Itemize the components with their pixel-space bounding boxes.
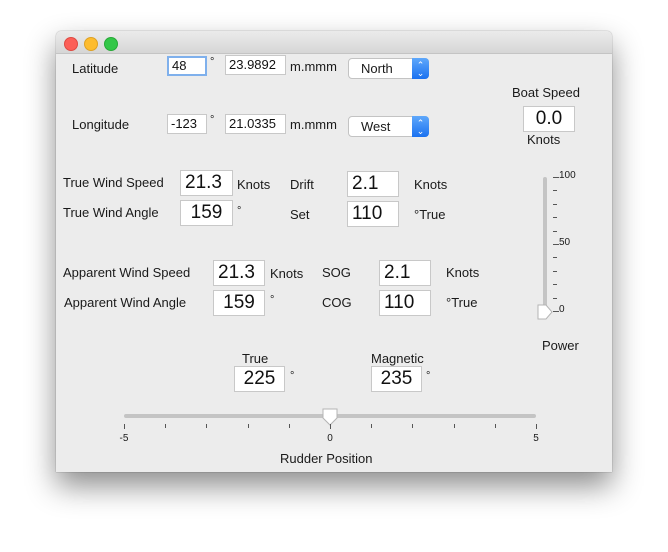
latitude-label: Latitude — [72, 61, 119, 76]
set-field[interactable]: 110 — [347, 201, 399, 227]
latitude-hemisphere-select[interactable]: North ⌃ ⌄ — [348, 58, 429, 79]
true-heading-label: True — [242, 351, 269, 366]
updown-chevron-icon: ⌃ ⌄ — [412, 58, 429, 79]
longitude-label: Longitude — [72, 117, 130, 132]
latitude-degree-symbol: ° — [210, 56, 215, 68]
rudder-tick — [536, 424, 537, 429]
longitude-hemisphere-select[interactable]: West ⌃ ⌄ — [348, 116, 429, 137]
set-unit: °True — [414, 207, 446, 222]
true-wind-speed-unit: Knots — [237, 177, 271, 192]
true-heading-degree: ° — [290, 370, 295, 382]
app-window: Latitude 48 ° 23.9892 m.mmm North ⌃ ⌄ Lon… — [56, 31, 612, 472]
apparent-wind-speed-unit: Knots — [270, 266, 304, 281]
rudder-tick — [206, 424, 208, 428]
power-tick-label-min: 0 — [559, 304, 565, 315]
magnetic-heading-field[interactable]: 235 — [371, 366, 422, 392]
power-tick — [553, 297, 557, 299]
power-slider-thumb[interactable] — [537, 304, 553, 320]
drift-unit: Knots — [414, 177, 448, 192]
rudder-position-label: Rudder Position — [280, 451, 373, 466]
apparent-wind-angle-label: Apparent Wind Angle — [64, 295, 187, 310]
longitude-minutes-field[interactable]: 21.0335 — [225, 114, 286, 134]
cog-field[interactable]: 110 — [379, 290, 431, 316]
power-tick — [553, 270, 557, 272]
magnetic-heading-degree: ° — [426, 370, 431, 382]
power-tick — [553, 230, 557, 232]
longitude-hemisphere-value: West — [361, 119, 391, 134]
apparent-wind-speed-field[interactable]: 21.3 — [213, 260, 265, 286]
power-tick — [553, 190, 557, 192]
power-label: Power — [542, 338, 579, 353]
rudder-tick — [247, 424, 249, 428]
rudder-tick — [124, 424, 125, 429]
power-tick-label-mid: 50 — [559, 237, 571, 248]
minimize-window-button[interactable] — [84, 37, 98, 51]
sog-unit: Knots — [446, 265, 480, 280]
rudder-tick-label-min: -5 — [119, 433, 129, 444]
updown-chevron-icon: ⌃ ⌄ — [412, 116, 429, 137]
latitude-hemisphere-value: North — [361, 61, 393, 76]
cog-label: COG — [322, 295, 352, 310]
longitude-degree-symbol: ° — [210, 114, 215, 126]
true-wind-speed-label: True Wind Speed — [63, 175, 164, 190]
power-tick-label-max: 100 — [559, 170, 576, 181]
longitude-minutes-unit: m.mmm — [290, 117, 337, 132]
longitude-degrees-field[interactable]: -123 — [167, 114, 207, 134]
power-tick — [553, 284, 557, 286]
latitude-minutes-unit: m.mmm — [290, 59, 337, 74]
drift-field[interactable]: 2.1 — [347, 171, 399, 197]
rudder-tick — [453, 424, 455, 428]
true-wind-angle-unit: ° — [237, 205, 242, 217]
apparent-wind-angle-unit: ° — [270, 294, 275, 306]
latitude-degrees-field[interactable]: 48 — [167, 56, 207, 76]
power-slider-track[interactable] — [543, 177, 547, 319]
rudder-tick — [165, 424, 167, 428]
boat-speed-field[interactable]: 0.0 — [523, 106, 575, 132]
true-wind-angle-field[interactable]: 159 — [180, 200, 233, 226]
title-bar — [56, 31, 612, 54]
maximize-window-button[interactable] — [104, 37, 118, 51]
rudder-tick — [288, 424, 290, 428]
drift-label: Drift — [290, 177, 314, 192]
power-tick — [553, 257, 557, 259]
true-heading-field[interactable]: 225 — [234, 366, 285, 392]
cog-unit: °True — [446, 295, 478, 310]
boat-speed-label: Boat Speed — [512, 85, 580, 100]
close-window-button[interactable] — [64, 37, 78, 51]
sog-label: SOG — [322, 265, 351, 280]
rudder-tick — [330, 424, 331, 429]
power-tick — [553, 217, 557, 219]
rudder-tick — [412, 424, 414, 428]
sog-field[interactable]: 2.1 — [379, 260, 431, 286]
latitude-minutes-field[interactable]: 23.9892 — [225, 55, 286, 75]
apparent-wind-angle-field[interactable]: 159 — [213, 290, 265, 316]
apparent-wind-speed-label: Apparent Wind Speed — [63, 265, 191, 280]
boat-speed-unit: Knots — [527, 132, 561, 147]
rudder-tick — [494, 424, 496, 428]
rudder-tick — [371, 424, 373, 428]
rudder-tick-label-max: 5 — [533, 433, 539, 444]
true-wind-speed-field[interactable]: 21.3 — [180, 170, 233, 196]
magnetic-heading-label: Magnetic — [371, 351, 424, 366]
rudder-tick-label-zero: 0 — [327, 433, 333, 444]
true-wind-angle-label: True Wind Angle — [63, 205, 159, 220]
power-tick — [553, 203, 557, 205]
set-label: Set — [290, 207, 310, 222]
